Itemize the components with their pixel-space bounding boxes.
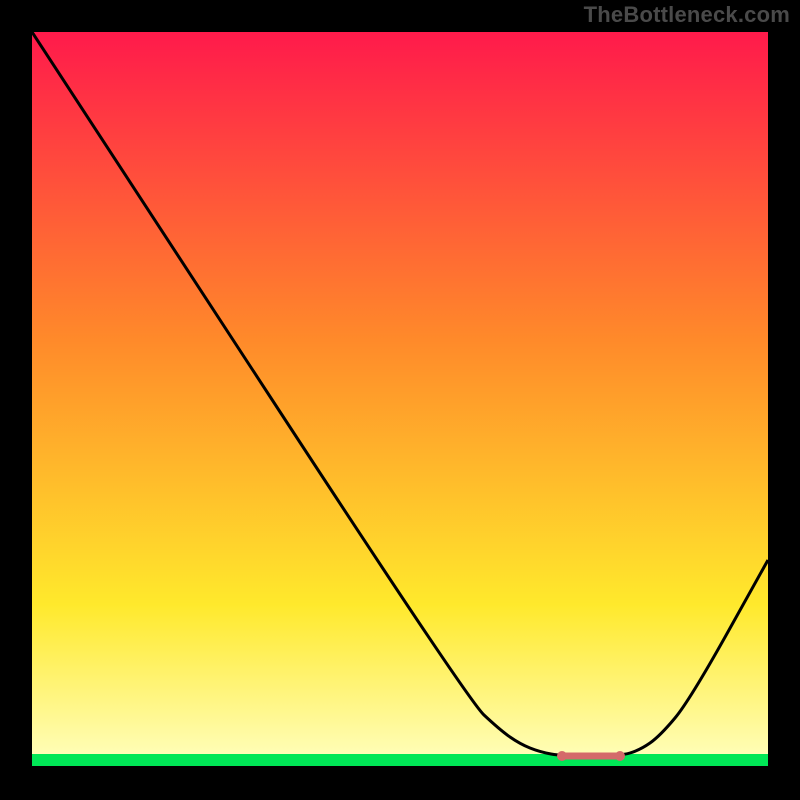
- gradient-background: [32, 32, 768, 766]
- plateau-endpoint-left: [557, 751, 567, 761]
- watermark-text: TheBottleneck.com: [584, 2, 790, 28]
- plateau-endpoint-right: [615, 751, 625, 761]
- green-band: [32, 754, 768, 766]
- bottleneck-chart: [0, 0, 800, 800]
- chart-stage: TheBottleneck.com: [0, 0, 800, 800]
